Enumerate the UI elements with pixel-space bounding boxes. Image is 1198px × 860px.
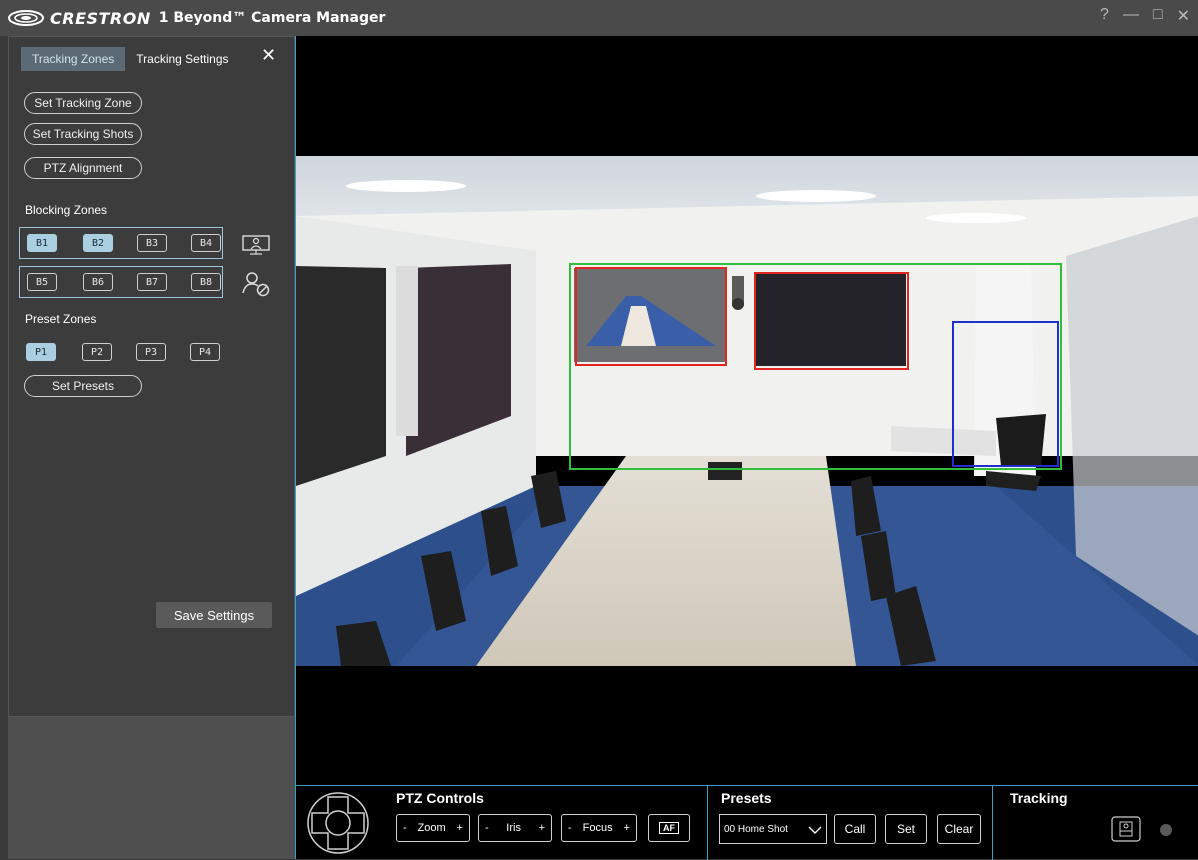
focus-far-button[interactable]: + xyxy=(624,822,630,834)
tracking-panel: Tracking Zones Tracking Settings ✕ Set T… xyxy=(8,36,295,717)
blocking-zone-b2-overlay[interactable] xyxy=(754,272,909,370)
blocking-zone-b5[interactable]: B5 xyxy=(27,273,57,291)
ptz-joystick-icon[interactable] xyxy=(306,791,370,855)
divider xyxy=(992,786,993,860)
minimize-button[interactable]: — xyxy=(1123,6,1139,26)
call-preset-button[interactable]: Call xyxy=(834,814,876,844)
camera-video-view[interactable] xyxy=(295,36,1198,785)
autofocus-button[interactable]: AF xyxy=(648,814,690,842)
preset-zone-p3[interactable]: P3 xyxy=(136,343,166,361)
tracking-toggle-icon[interactable] xyxy=(1111,816,1141,842)
iris-down-button[interactable]: - xyxy=(485,822,489,834)
preset-zone-p1[interactable]: P1 xyxy=(26,343,56,361)
tab-tracking-settings[interactable]: Tracking Settings xyxy=(125,47,239,71)
focus-near-button[interactable]: - xyxy=(568,822,572,834)
preset-zone-p4[interactable]: P4 xyxy=(190,343,220,361)
panel-tabs: Tracking Zones Tracking Settings xyxy=(21,47,240,71)
save-settings-button[interactable]: Save Settings xyxy=(156,602,272,628)
blocking-zones-heading: Blocking Zones xyxy=(25,203,108,217)
zoom-in-button[interactable]: + xyxy=(457,822,463,834)
preset-zones-heading: Preset Zones xyxy=(25,312,97,326)
maximize-button[interactable]: □ xyxy=(1153,6,1163,26)
set-preset-button[interactable]: Set xyxy=(885,814,927,844)
person-blocked-icon[interactable] xyxy=(241,271,271,297)
blocking-zones-row-1: B1 B2 B3 B4 xyxy=(19,227,223,259)
presets-heading: Presets xyxy=(721,790,772,806)
close-window-button[interactable]: ✕ xyxy=(1177,6,1190,26)
app-title: 1 Beyond™ Camera Manager xyxy=(158,10,386,26)
zoom-control: - Zoom + xyxy=(396,814,470,842)
brand-name: CRESTRON xyxy=(50,8,151,28)
autofocus-label: AF xyxy=(659,822,679,834)
blocking-zone-b1-overlay[interactable] xyxy=(575,267,727,366)
window-controls: ? — □ ✕ xyxy=(1100,6,1190,26)
blocking-zone-b2[interactable]: B2 xyxy=(83,234,113,252)
preset-selected-value: 00 Home Shot xyxy=(724,823,788,835)
blocking-zone-b1[interactable]: B1 xyxy=(27,234,57,252)
focus-label: Focus xyxy=(582,822,613,834)
set-tracking-zone-button[interactable]: Set Tracking Zone xyxy=(24,92,142,114)
blocking-zone-b8[interactable]: B8 xyxy=(191,273,221,291)
presenter-icon[interactable] xyxy=(241,234,271,256)
set-tracking-shots-button[interactable]: Set Tracking Shots xyxy=(24,123,142,145)
focus-control: - Focus + xyxy=(561,814,637,842)
iris-label: Iris xyxy=(506,822,521,834)
panel-footer-area xyxy=(8,717,295,859)
chevron-down-icon xyxy=(808,826,822,834)
set-presets-button[interactable]: Set Presets xyxy=(24,375,142,397)
blocking-zone-b6[interactable]: B6 xyxy=(83,273,113,291)
blocking-zone-b4[interactable]: B4 xyxy=(191,234,221,252)
preset-select[interactable]: 00 Home Shot xyxy=(719,814,827,844)
clear-preset-button[interactable]: Clear xyxy=(937,814,981,844)
tab-tracking-zones[interactable]: Tracking Zones xyxy=(21,47,126,71)
divider xyxy=(707,786,708,860)
blocking-zone-b7[interactable]: B7 xyxy=(137,273,167,291)
iris-control: - Iris + xyxy=(478,814,552,842)
blocking-zone-b3[interactable]: B3 xyxy=(137,234,167,252)
ptz-alignment-button[interactable]: PTZ Alignment xyxy=(24,157,142,179)
camera-feed-image xyxy=(296,156,1198,666)
title-bar: CRESTRON 1 Beyond™ Camera Manager ? — □ … xyxy=(0,0,1198,36)
crestron-logo: CRESTRON xyxy=(6,8,151,28)
preset-zone-p1-overlay[interactable] xyxy=(952,321,1059,467)
help-button[interactable]: ? xyxy=(1100,6,1109,26)
preset-zone-p2[interactable]: P2 xyxy=(82,343,112,361)
blocking-zones-row-2: B5 B6 B7 B8 xyxy=(19,266,223,298)
control-bar: PTZ Controls - Zoom + - Iris + - Focus +… xyxy=(295,785,1198,860)
tracking-status-indicator xyxy=(1160,824,1172,836)
iris-up-button[interactable]: + xyxy=(539,822,545,834)
tracking-heading: Tracking xyxy=(1010,790,1068,806)
zoom-out-button[interactable]: - xyxy=(403,822,407,834)
close-panel-button[interactable]: ✕ xyxy=(261,45,276,66)
crestron-swirl-icon xyxy=(8,10,44,26)
zoom-label: Zoom xyxy=(417,822,446,834)
ptz-controls-heading: PTZ Controls xyxy=(396,790,484,806)
